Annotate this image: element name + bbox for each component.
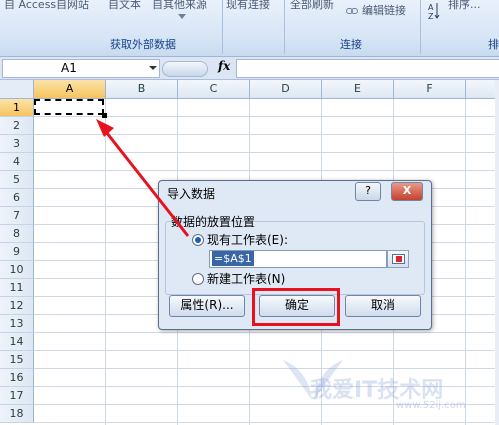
row-header-17[interactable]: 17: [0, 387, 34, 405]
insert-function-icon[interactable]: fx: [218, 59, 230, 73]
column-header-c[interactable]: C: [178, 80, 250, 99]
vertical-scrollbar[interactable]: [495, 80, 499, 425]
row-header-1[interactable]: 1: [0, 99, 34, 117]
svg-text:Z: Z: [428, 12, 434, 20]
sort-az-icon[interactable]: A Z: [428, 2, 440, 20]
chevron-down-icon[interactable]: [149, 66, 157, 70]
svg-text:A: A: [428, 3, 434, 12]
ribbon: 自 Access 自网站 自文本 自其他来源 现有连接 全部刷新 编辑链接 A …: [0, 0, 499, 57]
help-button[interactable]: ?: [355, 182, 381, 201]
link-icon: [346, 8, 358, 14]
row-header-6[interactable]: 6: [0, 189, 34, 207]
row-header-15[interactable]: 15: [0, 351, 34, 369]
row-header-7[interactable]: 7: [0, 207, 34, 225]
name-box-value: A1: [61, 61, 77, 75]
ribbon-from-access[interactable]: 自 Access: [4, 0, 56, 12]
formula-input[interactable]: [236, 59, 499, 78]
row-header-16[interactable]: 16: [0, 369, 34, 387]
row-header-8[interactable]: 8: [0, 225, 34, 243]
group-label-external-data: 获取外部数据: [110, 38, 176, 51]
ribbon-separator: [222, 0, 223, 54]
column-header-f[interactable]: F: [394, 80, 466, 99]
formula-bar-resize-handle[interactable]: [162, 61, 208, 77]
ribbon-from-text[interactable]: 自文本: [108, 0, 141, 12]
range-select-marker: [396, 256, 402, 262]
ribbon-separator: [420, 0, 421, 54]
row-header-11[interactable]: 11: [0, 279, 34, 297]
row-header-2[interactable]: 2: [0, 117, 34, 135]
column-header-d[interactable]: D: [250, 80, 322, 99]
row-header-3[interactable]: 3: [0, 135, 34, 153]
row-header-18[interactable]: 18: [0, 405, 34, 423]
column-header-a[interactable]: A: [34, 80, 106, 99]
name-box[interactable]: A1: [2, 59, 160, 78]
row-header-9[interactable]: 9: [0, 243, 34, 261]
watermark-url: www.52ij.com: [396, 400, 466, 411]
radio-new-sheet-label[interactable]: 新建工作表(N): [207, 270, 285, 287]
row-header-13[interactable]: 13: [0, 315, 34, 333]
ribbon-sort[interactable]: 排序...: [448, 0, 481, 12]
properties-button[interactable]: 属性(R)...: [169, 295, 245, 317]
row-header-10[interactable]: 10: [0, 261, 34, 279]
ribbon-from-other[interactable]: 自其他来源: [152, 0, 207, 12]
close-button[interactable]: X: [391, 182, 423, 201]
active-cell-a1[interactable]: [34, 99, 104, 115]
group-label-sort: 排: [488, 38, 499, 51]
reference-input-value: =$A$1: [212, 251, 254, 266]
reference-input[interactable]: =$A$1: [209, 250, 387, 268]
ribbon-from-web[interactable]: 自网站: [56, 0, 89, 12]
row-header-5[interactable]: 5: [0, 171, 34, 189]
group-label-connections: 连接: [340, 38, 362, 51]
row-header-14[interactable]: 14: [0, 333, 34, 351]
ribbon-separator: [284, 0, 285, 54]
cancel-button[interactable]: 取消: [345, 295, 421, 317]
ok-button-highlight: [252, 288, 340, 326]
fill-handle[interactable]: [102, 113, 107, 118]
ribbon-refresh-all[interactable]: 全部刷新: [290, 0, 334, 12]
dialog-title: 导入数据: [167, 187, 216, 201]
column-header-e[interactable]: E: [322, 80, 394, 99]
radio-new-sheet[interactable]: [192, 273, 204, 285]
row-header-4[interactable]: 4: [0, 153, 34, 171]
ribbon-edit-links[interactable]: 编辑链接: [362, 2, 406, 18]
select-all-corner[interactable]: [0, 80, 34, 99]
row-header-12[interactable]: 12: [0, 297, 34, 315]
ribbon-existing-connections[interactable]: 现有连接: [226, 0, 270, 12]
formula-bar: A1 fx: [0, 57, 499, 80]
collapse-dialog-button[interactable]: [387, 250, 409, 268]
column-header-b[interactable]: B: [106, 80, 178, 99]
chevron-down-icon: [178, 14, 186, 19]
radio-existing-sheet-label[interactable]: 现有工作表(E):: [207, 231, 288, 248]
radio-existing-sheet[interactable]: [192, 234, 204, 246]
placement-group-label: 数据的放置位置: [171, 215, 256, 229]
